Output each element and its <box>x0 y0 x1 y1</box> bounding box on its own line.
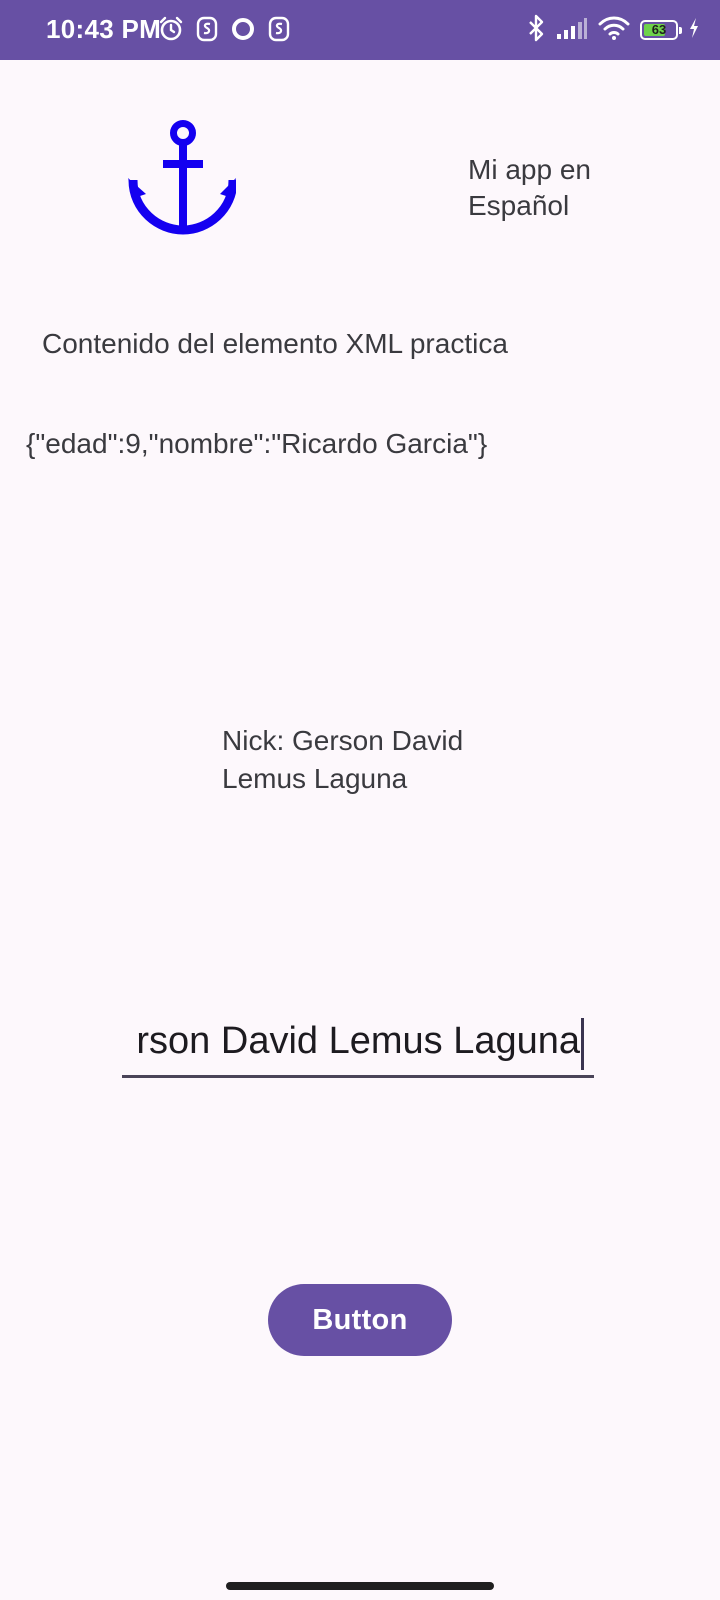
gesture-navigation-handle[interactable] <box>226 1582 494 1590</box>
name-input[interactable]: rson David Lemus Laguna <box>122 1010 594 1078</box>
status-time: 10:43 PM <box>46 14 162 44</box>
battery-level: 63 <box>651 22 667 37</box>
status-left-icons <box>158 16 290 46</box>
text-cursor <box>581 1018 584 1070</box>
battery-icon: 63 <box>640 20 682 40</box>
wifi-icon <box>598 15 630 46</box>
signal-icon <box>556 16 588 45</box>
json-output-text: {"edad":9,"nombre":"Ricardo Garcia"} <box>26 428 488 459</box>
notification-s-icon <box>268 16 290 47</box>
xml-content-label: Contenido del elemento XML practica <box>42 328 508 359</box>
battery-tip <box>679 27 682 34</box>
bluetooth-icon <box>526 14 546 47</box>
alarm-icon <box>158 16 184 47</box>
notification-s-icon <box>196 16 218 47</box>
nick-text: Nick: Gerson David Lemus Laguna <box>222 725 464 794</box>
app-title: Mi app en Español <box>468 154 591 221</box>
main-button[interactable]: Button <box>268 1284 452 1356</box>
status-bar: 10:43 PM 63 <box>0 0 720 60</box>
circle-icon <box>230 16 256 47</box>
status-right-icons: 63 <box>526 14 700 46</box>
charging-icon <box>688 17 700 44</box>
name-input-value: rson David Lemus Laguna <box>136 1020 580 1062</box>
anchor-icon <box>128 120 238 236</box>
